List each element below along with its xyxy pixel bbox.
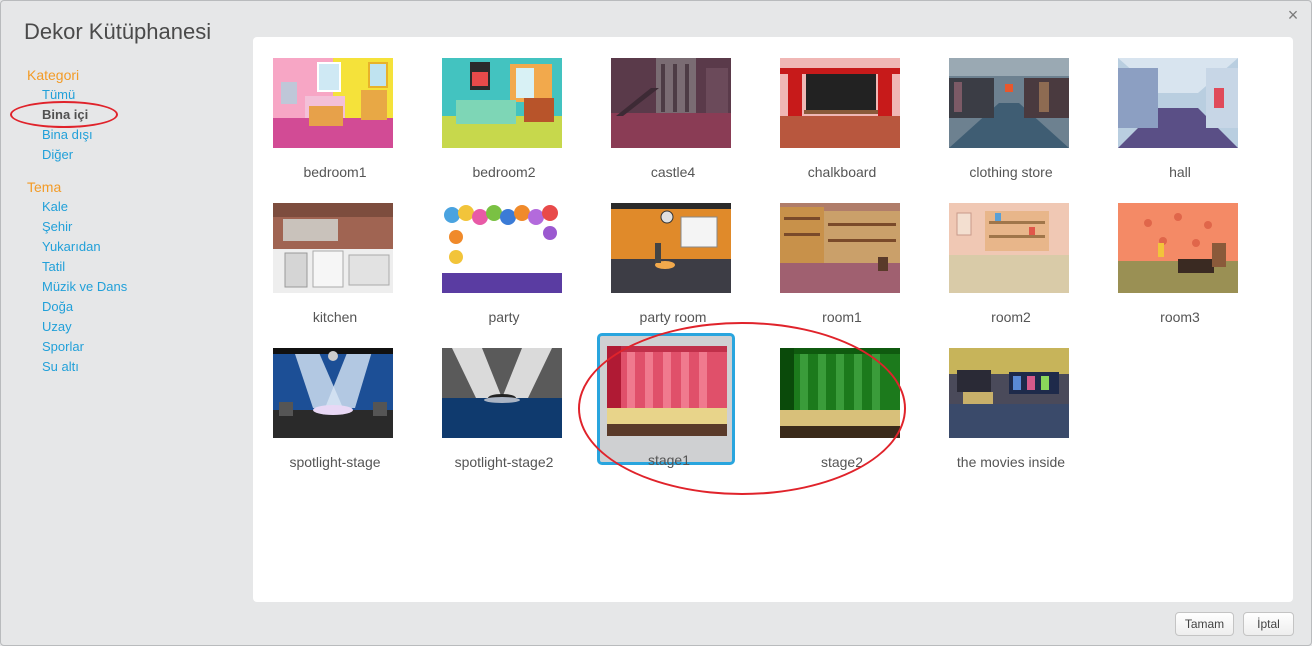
chalkboard-thumbnail (780, 58, 900, 148)
theme-item-holiday[interactable]: Tatil (42, 257, 237, 277)
bedroom1-thumbnail (273, 58, 393, 148)
theme-item-space[interactable]: Uzay (42, 317, 237, 337)
backdrop-label: spotlight-stage (289, 454, 381, 470)
backdrop-label: kitchen (312, 309, 358, 325)
close-icon[interactable]: × (1284, 5, 1302, 25)
backdrop-label: party (488, 309, 520, 325)
kitchen-thumbnail (273, 203, 393, 293)
backdrop-label: hall (1169, 164, 1191, 180)
spotlight-stage2-thumbnail (442, 348, 562, 438)
backdrop-label: room2 (991, 309, 1031, 325)
ok-button[interactable]: Tamam (1175, 612, 1234, 636)
category-item-outdoors[interactable]: Bina dışı (42, 125, 237, 145)
category-heading: Kategori (27, 67, 80, 83)
backdrop-item-party-room[interactable]: party room (601, 190, 739, 325)
clothing-store-thumbnail (949, 58, 1069, 148)
backdrop-item-room2[interactable]: room2 (939, 190, 1077, 325)
backdrop-item-spotlight-stage[interactable]: spotlight-stage (263, 335, 401, 470)
dialog-title: Dekor Kütüphanesi (24, 19, 212, 44)
backdrop-library-dialog: Dekor Kütüphanesi × Kategori Tümü Bina i… (0, 0, 1312, 646)
room2-thumbnail (949, 203, 1069, 293)
castle4-thumbnail (611, 58, 731, 148)
backdrop-item-room3[interactable]: room3 (1108, 190, 1246, 325)
backdrop-label: castle4 (650, 164, 696, 180)
backdrop-item-stage2[interactable]: stage2 (770, 335, 908, 470)
backdrop-item-clothing-store[interactable]: clothing store (939, 45, 1077, 180)
hall-thumbnail (1118, 58, 1238, 148)
category-item-indoors[interactable]: Bina içi (42, 105, 237, 125)
backdrop-label: clothing store (969, 164, 1053, 180)
backdrop-item-bedroom2[interactable]: bedroom2 (432, 45, 570, 180)
theme-heading: Tema (27, 179, 62, 195)
backdrop-item-stage1[interactable]: stage1 (597, 333, 735, 468)
backdrop-label: room3 (1160, 309, 1200, 325)
backdrop-label: stage1 (647, 452, 691, 468)
backdrop-item-chalkboard[interactable]: chalkboard (770, 45, 908, 180)
backdrop-item-the-movies-inside[interactable]: the movies inside (939, 335, 1077, 470)
backdrop-item-room1[interactable]: room1 (770, 190, 908, 325)
party-thumbnail (442, 203, 562, 293)
category-item-all[interactable]: Tümü (42, 85, 237, 105)
backdrop-label: party room (639, 309, 707, 325)
cancel-button[interactable]: İptal (1243, 612, 1294, 636)
room1-thumbnail (780, 203, 900, 293)
stage2-thumbnail (780, 348, 900, 438)
the-movies-inside-thumbnail (949, 348, 1069, 438)
party-room-thumbnail (611, 203, 731, 293)
theme-item-flying[interactable]: Yukarıdan (42, 237, 237, 257)
theme-item-underwater[interactable]: Su altı (42, 357, 237, 377)
backdrop-label: the movies inside (956, 454, 1066, 470)
backdrop-item-party[interactable]: party (432, 190, 570, 325)
backdrop-label: bedroom1 (303, 164, 367, 180)
room3-thumbnail (1118, 203, 1238, 293)
theme-item-sports[interactable]: Sporlar (42, 337, 237, 357)
backdrop-label: stage2 (820, 454, 864, 470)
stage1-thumbnail (607, 346, 727, 436)
backdrop-label: chalkboard (807, 164, 877, 180)
backdrop-label: bedroom2 (472, 164, 536, 180)
backdrop-grid: bedroom1 bedroom2 castle4 chalkboard clo… (253, 37, 1293, 602)
spotlight-stage-thumbnail (273, 348, 393, 438)
category-sidebar: Kategori Tümü Bina içi Bina dışı Diğer T… (27, 65, 237, 377)
backdrop-item-bedroom1[interactable]: bedroom1 (263, 45, 401, 180)
theme-item-nature[interactable]: Doğa (42, 297, 237, 317)
theme-item-castle[interactable]: Kale (42, 197, 237, 217)
backdrop-item-spotlight-stage2[interactable]: spotlight-stage2 (432, 335, 570, 470)
theme-item-city[interactable]: Şehir (42, 217, 237, 237)
backdrop-item-castle4[interactable]: castle4 (601, 45, 739, 180)
bedroom2-thumbnail (442, 58, 562, 148)
backdrop-item-kitchen[interactable]: kitchen (263, 190, 401, 325)
category-item-other[interactable]: Diğer (42, 145, 237, 165)
backdrop-label: room1 (822, 309, 862, 325)
backdrop-item-hall[interactable]: hall (1108, 45, 1246, 180)
backdrop-label: spotlight-stage2 (454, 454, 554, 470)
theme-item-music-and-dance[interactable]: Müzik ve Dans (42, 277, 237, 297)
